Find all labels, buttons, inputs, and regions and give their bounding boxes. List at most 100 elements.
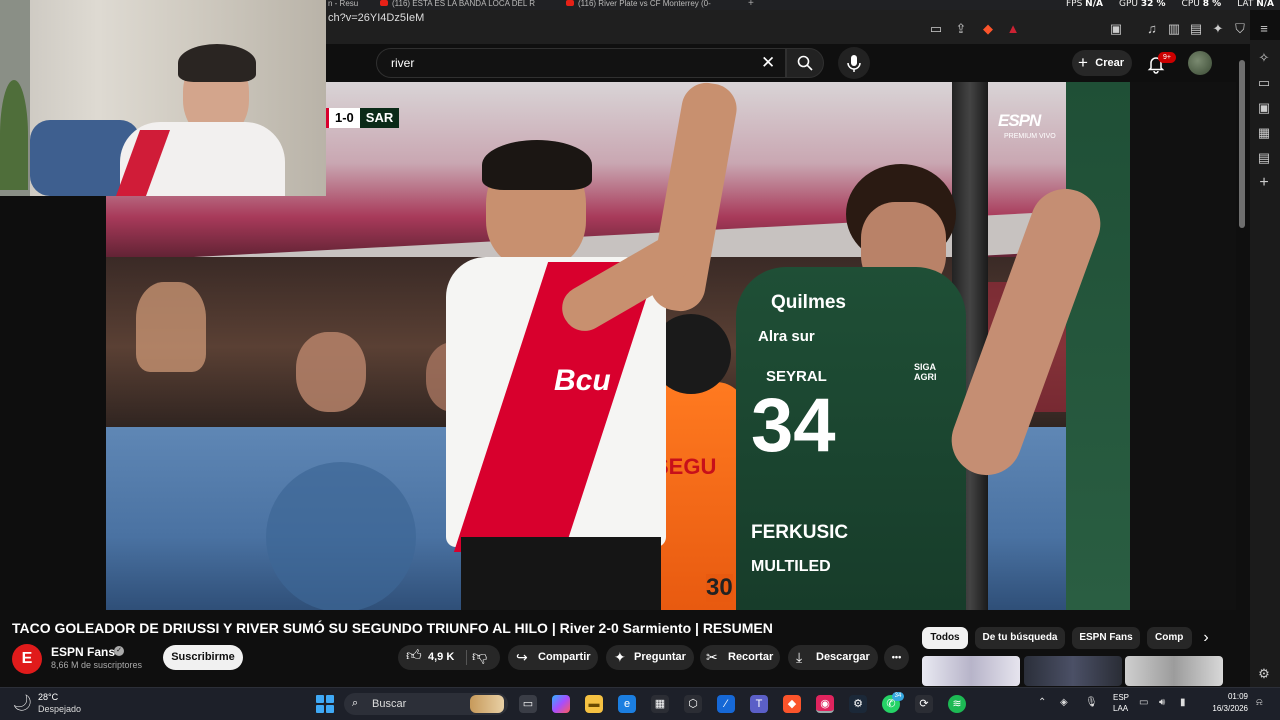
ask-button[interactable]: ✦ Preguntar — [606, 645, 694, 670]
lat-label: LAT — [1237, 0, 1254, 9]
sidebar-reading-list-icon[interactable]: ▤ — [1256, 150, 1272, 166]
download-button[interactable]: ⤓ Descargar — [788, 645, 878, 670]
green-player-number: 34 — [751, 383, 836, 468]
chip-de-tu-busqueda[interactable]: De tu búsqueda — [975, 627, 1065, 649]
green-shirt-side: SIGA AGRI — [914, 362, 937, 382]
editor-app-icon[interactable]: ⁄ — [717, 695, 735, 713]
windows-logo-icon — [326, 705, 334, 713]
scrollbar-thumb[interactable] — [1239, 60, 1245, 228]
tab-previous[interactable]: n - Resu — [328, 0, 368, 10]
green-shirt-sponsor3: MULTILED — [751, 558, 831, 575]
weather-description: Despejado — [38, 704, 82, 714]
menu-icon[interactable]: ≡ — [1256, 21, 1272, 37]
espn-sub-label: PREMIUM VIVO — [1004, 133, 1056, 140]
new-tab-plus-icon[interactable]: + — [748, 0, 760, 10]
search-button[interactable] — [786, 48, 824, 78]
dropbox-icon[interactable]: ◈ — [1060, 697, 1068, 708]
vest-number: 30 — [706, 574, 733, 602]
share-label: Compartir — [538, 651, 591, 663]
clock-time[interactable]: 01:09 — [1226, 692, 1248, 701]
chip-todos[interactable]: Todos — [922, 627, 968, 649]
notification-center-icon[interactable]: ⍾ — [1256, 697, 1263, 708]
taskbar-search-placeholder: Buscar — [372, 698, 407, 710]
tab-river-monterrey[interactable]: (116) River Plate vs CF Monterrey (0- — [566, 0, 736, 10]
score-value: 1-0 — [326, 108, 360, 128]
battery-icon[interactable]: ▮ — [1180, 697, 1186, 708]
app-extra-icon[interactable]: ⟳ — [915, 695, 933, 713]
gpu-value: 32 % — [1140, 0, 1166, 9]
sidebar-settings-icon[interactable]: ⚙ — [1256, 666, 1272, 682]
chip-espn-fans[interactable]: ESPN Fans — [1072, 627, 1140, 649]
tray-overflow-icon[interactable]: ⌃ — [1038, 697, 1046, 708]
brave-rewards-icon[interactable]: ▲ — [1005, 21, 1021, 37]
recommended-thumbnail[interactable] — [1024, 656, 1122, 686]
sidebar-leo-icon[interactable]: ✧ — [1256, 50, 1272, 66]
chevron-right-icon[interactable]: › — [1196, 629, 1216, 649]
sidebar-bookmarks-icon[interactable]: ▦ — [1256, 125, 1272, 141]
edge-player — [1066, 82, 1136, 610]
sidebar-toggle-icon[interactable]: ▥ — [1166, 21, 1182, 37]
share-page-icon[interactable]: ⇪ — [953, 21, 969, 37]
active-app-icon[interactable]: ◉ — [816, 695, 834, 713]
recommended-thumbnail[interactable] — [922, 656, 1020, 686]
dislike-button[interactable]: 👎︎ — [472, 648, 487, 666]
start-button[interactable] — [316, 695, 334, 713]
leo-ai-icon[interactable]: ✦ — [1210, 21, 1226, 37]
more-actions-button[interactable]: ••• — [884, 645, 909, 670]
store-icon[interactable]: ▦ — [651, 695, 669, 713]
espn-logo: ESPN — [998, 111, 1041, 130]
clear-search-icon[interactable]: ✕ — [761, 53, 775, 73]
tray-mic-icon[interactable]: 🎙︎ — [1085, 697, 1098, 708]
clock-date[interactable]: 16/3/2026 — [1205, 704, 1248, 713]
brave-shields-icon[interactable]: ◆ — [980, 21, 996, 37]
copilot-icon[interactable] — [552, 695, 570, 713]
spotify-icon[interactable]: ≋ — [948, 695, 966, 713]
recommended-thumbnail[interactable] — [1125, 656, 1223, 686]
steam-icon[interactable]: ⚙ — [849, 695, 867, 713]
settings-app-icon[interactable]: ⬡ — [684, 695, 702, 713]
url-field[interactable]: ch?v=26YI4Dz5IeM — [328, 12, 424, 24]
input-language[interactable]: ESP — [1113, 693, 1129, 702]
search-input[interactable] — [376, 48, 786, 78]
clip-button[interactable]: ✂ Recortar — [700, 645, 780, 670]
jersey-sponsor: Bcu — [554, 364, 611, 397]
file-explorer-icon[interactable]: ▬ — [585, 695, 603, 713]
green-shirt-brand: Quilmes — [771, 292, 846, 313]
sidebar-tabs-icon[interactable]: ▣ — [1256, 100, 1272, 116]
voice-search-button[interactable] — [838, 47, 870, 79]
task-view-icon[interactable]: ▭ — [519, 695, 537, 713]
sidebar-wallet-icon[interactable]: ▭ — [1256, 75, 1272, 91]
wallet-icon[interactable]: ▤ — [1188, 21, 1204, 37]
volume-icon[interactable]: 🔊︎ — [1159, 697, 1165, 708]
ask-label: Preguntar — [634, 651, 686, 663]
sidebar-add-icon[interactable]: + — [1256, 175, 1272, 191]
user-avatar[interactable] — [1188, 51, 1212, 75]
verified-icon: ✓ — [114, 646, 124, 656]
like-divider — [466, 650, 467, 665]
moon-icon[interactable]: 🌙︎ — [12, 693, 32, 713]
teams-icon[interactable]: T — [750, 695, 768, 713]
channel-name[interactable]: ESPN Fans — [51, 645, 115, 659]
cast-icon[interactable]: ▭ — [928, 21, 944, 37]
cpu-value: 8 % — [1202, 0, 1222, 9]
vpn-shield-icon[interactable]: ⛉ — [1232, 21, 1248, 37]
microphone-icon — [847, 55, 861, 72]
brave-browser-icon[interactable]: ◆ — [783, 695, 801, 713]
like-button[interactable]: 👍︎ 4,9 K — [404, 645, 462, 670]
create-button[interactable]: + Crear — [1072, 50, 1132, 76]
video-title: TACO GOLEADOR DE DRIUSSI Y RIVER SUMÓ SU… — [12, 620, 773, 636]
edge-icon[interactable]: e — [618, 695, 636, 713]
reader-mode-icon[interactable]: ▣ — [1108, 21, 1124, 37]
youtube-icon — [566, 0, 574, 6]
green-shirt-sponsor2: FERKUSIC — [751, 522, 849, 543]
subscribe-button[interactable]: Suscribirme — [163, 645, 243, 670]
music-icon[interactable]: ♫ — [1144, 21, 1160, 37]
tab-banda-loca[interactable]: (116) ESTA ES LA BANDA LOCA DEL R — [380, 0, 550, 10]
share-button[interactable]: ↪ Compartir — [508, 645, 598, 670]
chip-comp[interactable]: Comp — [1147, 627, 1192, 649]
whatsapp-badge: 34 — [892, 692, 904, 701]
page-left-background — [0, 196, 106, 610]
weather-temperature[interactable]: 28°C — [38, 692, 58, 702]
channel-avatar[interactable]: E — [12, 644, 42, 674]
network-icon[interactable]: ▭ — [1139, 697, 1148, 708]
